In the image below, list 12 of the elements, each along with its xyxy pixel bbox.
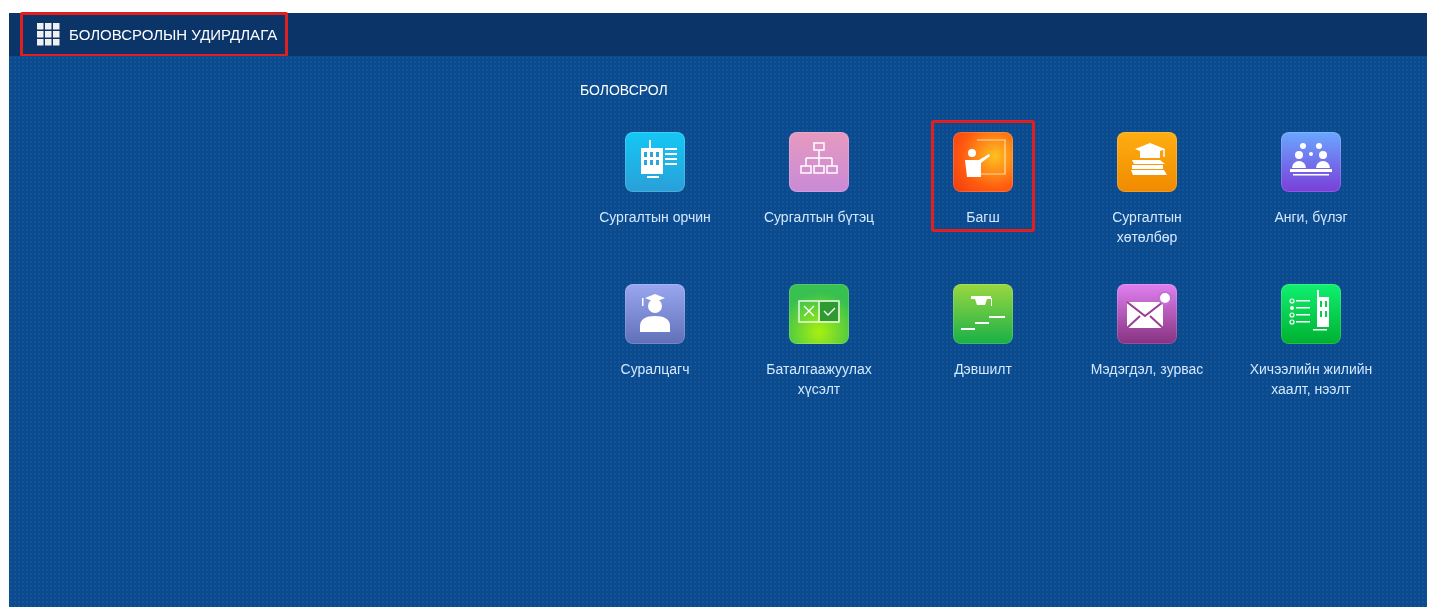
tile-label[interactable]: Сургалтын орчин [590, 207, 720, 227]
tile-label[interactable]: Мэдэгдэл, зурвас [1082, 359, 1212, 379]
tile-label[interactable]: Сургалтын бүтэц [754, 207, 884, 227]
tile-label[interactable]: Суралцагч [590, 359, 720, 379]
tile-label[interactable]: Сургалтын хөтөлбөр [1082, 207, 1212, 247]
section-title: БОЛОВСРОЛ [580, 81, 669, 100]
app-title[interactable]: БОЛОВСРОЛЫН УДИРДЛАГА [69, 26, 278, 43]
tile-label[interactable]: Хичээлийн жилийн хаалт, нээлт [1246, 359, 1376, 399]
tile-label[interactable]: Багш [918, 207, 1048, 227]
tile-label[interactable]: Анги, бүлэг [1246, 207, 1376, 227]
tile-label[interactable]: Дэвшилт [918, 359, 1048, 379]
tile-label[interactable]: Баталгаажуулах хүсэлт [754, 359, 884, 399]
